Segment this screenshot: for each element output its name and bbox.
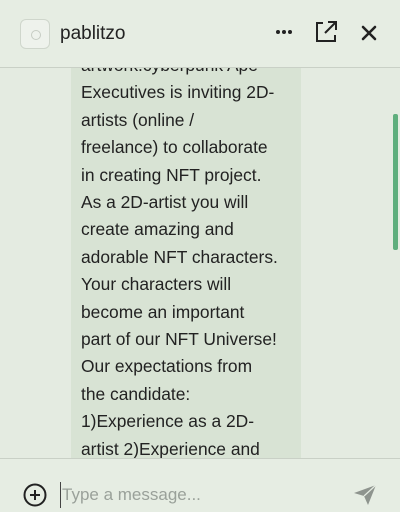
close-button[interactable] bbox=[354, 18, 384, 48]
more-options-button[interactable] bbox=[270, 18, 300, 48]
external-link-icon bbox=[316, 21, 337, 42]
add-attachment-button[interactable] bbox=[23, 483, 47, 507]
scrollbar-thumb[interactable] bbox=[393, 114, 398, 250]
plus-circle-icon bbox=[23, 483, 47, 507]
message-text: artwork.cyberpunk Ape Executives is invi… bbox=[81, 68, 278, 458]
send-icon bbox=[354, 484, 377, 505]
close-icon bbox=[361, 25, 377, 41]
avatar-placeholder-icon bbox=[31, 30, 41, 40]
chat-header: pablitzo bbox=[0, 0, 400, 68]
contact-name: pablitzo bbox=[60, 23, 126, 44]
message-composer bbox=[0, 458, 400, 512]
more-horizontal-icon bbox=[276, 30, 292, 34]
message-list[interactable]: artwork.cyberpunk Ape Executives is invi… bbox=[0, 68, 400, 458]
popout-button[interactable] bbox=[311, 17, 341, 47]
message-bubble: artwork.cyberpunk Ape Executives is invi… bbox=[71, 68, 301, 458]
avatar[interactable] bbox=[20, 19, 50, 49]
send-button[interactable] bbox=[352, 483, 378, 507]
message-input[interactable] bbox=[60, 482, 332, 508]
